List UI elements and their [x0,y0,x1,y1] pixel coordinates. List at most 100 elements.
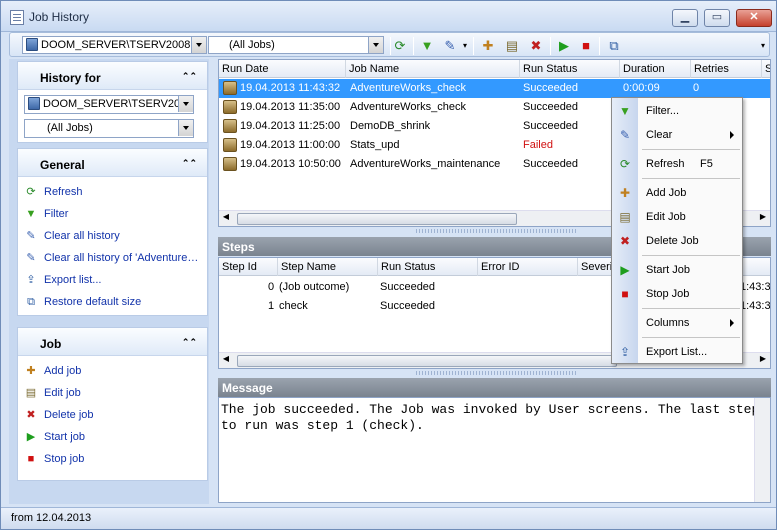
status-bar: from 12.04.2013 [1,507,776,529]
close-button[interactable]: ✕ [736,9,772,27]
menu-item-delete-job[interactable]: ✖ Delete Job [612,230,742,252]
column-error-id[interactable]: Error ID [478,258,578,276]
column-retries[interactable]: Retries [691,60,762,78]
clear-all-history-link[interactable]: ✎ Clear all history [18,225,207,247]
general-filter-link[interactable]: ▼ Filter [18,203,207,225]
minimize-button[interactable]: ▁ [672,9,698,27]
clear-job-history-link[interactable]: ✎Clear all history of 'AdventureWorks_ch… [18,247,207,269]
scroll-right-icon[interactable]: ▶ [756,354,770,363]
steps-splitter[interactable] [416,371,576,375]
history-grid-header: Run Date Job Name Run Status Duration Re… [219,60,770,78]
refresh-shortcut: F5 [700,158,713,170]
start-job-link[interactable]: ▶ Start job [18,426,207,448]
general-header[interactable]: General ⌃⌃ [18,149,207,177]
column-duration[interactable]: Duration [620,60,691,78]
column-step-run-status[interactable]: Run Status [378,258,478,276]
column-s[interactable]: S [762,60,770,78]
job-history-icon [223,81,237,95]
general-group: General ⌃⌃ ⟳ Refresh ▼ Filter ✎ Clear all h… [17,148,208,316]
clear-icon[interactable]: ✎ [442,38,458,54]
filter-icon[interactable]: ▼ [419,38,435,54]
clear-dropdown-icon[interactable]: ▾ [457,38,473,54]
job-history-window: Job History ▁ ▭ ✕ DOOM_SERVER\TSERV2008 … [0,0,777,530]
scroll-thumb[interactable] [237,355,617,367]
restore-size-icon[interactable]: ⧉ [606,38,622,54]
table-row[interactable]: 19.04.2013 11:43:32 AdventureWorks_check… [219,79,770,98]
general-refresh-link[interactable]: ⟳ Refresh [18,181,207,203]
message-vscrollbar[interactable] [754,398,770,502]
add-job-link[interactable]: ✚ Add job [18,360,207,382]
column-step-name[interactable]: Step Name [278,258,378,276]
history-splitter[interactable] [416,229,576,233]
job-history-icon [223,100,237,114]
menu-item-add-job[interactable]: ✚ Add Job [612,182,742,204]
job-history-icon [223,119,237,133]
scroll-left-icon[interactable]: ◀ [219,354,233,363]
chevron-down-icon[interactable] [178,120,193,136]
chevron-down-icon[interactable] [191,37,206,53]
clear-icon: ✎ [619,128,631,142]
status-failed: Failed [523,139,553,151]
scroll-left-icon[interactable]: ◀ [219,212,233,221]
add-job-icon[interactable]: ✚ [480,38,496,54]
column-run-date[interactable]: Run Date [219,60,346,78]
history-server-combo[interactable]: DOOM_SERVER\TSERV2008 [24,95,194,114]
add-job-icon: ✚ [26,365,36,377]
column-step-id[interactable]: Step Id [219,258,278,276]
delete-job-link[interactable]: ✖ Delete job [18,404,207,426]
history-for-header[interactable]: History for ⌃⌃ [18,62,207,90]
scroll-thumb[interactable] [237,213,517,225]
stop-job-icon: ■ [27,453,35,465]
refresh-icon: ⟳ [26,186,36,198]
title-bar: Job History ▁ ▭ ✕ [1,1,776,32]
menu-item-start-job[interactable]: ▶ Start Job [612,259,742,281]
main-toolbar: DOOM_SERVER\TSERV2008 (All Jobs) ⟳ ▼ ✎ ▾… [9,32,770,57]
chevron-down-icon[interactable] [368,37,383,53]
column-job-name[interactable]: Job Name [346,60,520,78]
start-job-icon[interactable]: ▶ [556,38,572,54]
menu-item-refresh[interactable]: ⟳ Refresh F5 [612,153,742,175]
menu-item-clear[interactable]: ✎ Clear [612,124,742,146]
maximize-button[interactable]: ▭ [704,9,730,27]
filter-icon: ▼ [25,208,37,220]
message-text-area[interactable]: The job succeeded. The Job was invoked b… [218,397,771,503]
job-group: Job ⌃⌃ ✚ Add job ▤ Edit job ✖ Delete job ▶ S… [17,327,208,481]
menu-item-columns[interactable]: Columns [612,312,742,334]
message-text: The job succeeded. The Job was invoked b… [221,402,760,433]
edit-job-icon[interactable]: ▤ [504,38,520,54]
edit-job-link[interactable]: ▤ Edit job [18,382,207,404]
delete-job-icon: ✖ [619,234,631,248]
stop-job-icon[interactable]: ■ [578,38,594,54]
server-icon [28,97,40,110]
context-menu: ▼ Filter... ✎ Clear ⟳ Refresh F5 ✚ Add J… [611,97,743,364]
toolbar-overflow-icon[interactable]: ▾ [755,38,771,54]
collapse-icon[interactable]: ⌃⌃ [182,71,197,82]
start-job-icon: ▶ [620,263,630,277]
history-jobs-combo[interactable]: (All Jobs) [24,119,194,138]
menu-item-stop-job[interactable]: ■ Stop Job [612,283,742,305]
collapse-icon[interactable]: ⌃⌃ [182,158,197,169]
job-header[interactable]: Job ⌃⌃ [18,328,207,356]
submenu-arrow-icon [730,319,734,327]
status-text: from 12.04.2013 [11,512,92,524]
menu-item-edit-job[interactable]: ▤ Edit Job [612,206,742,228]
jobs-combo[interactable]: (All Jobs) [208,36,384,54]
stop-job-link[interactable]: ■ Stop job [18,448,207,470]
menu-item-export-list[interactable]: ⇪ Export List... [612,341,742,363]
refresh-icon: ⟳ [619,157,631,171]
job-history-icon [223,157,237,171]
chevron-down-icon[interactable] [178,96,193,112]
export-list-link[interactable]: ⇪ Export list... [18,269,207,291]
delete-job-icon[interactable]: ✖ [528,38,544,54]
refresh-icon[interactable]: ⟳ [392,38,408,54]
job-history-icon [10,10,24,25]
scroll-right-icon[interactable]: ▶ [756,212,770,221]
column-run-status[interactable]: Run Status [520,60,620,78]
menu-item-filter[interactable]: ▼ Filter... [612,100,742,122]
edit-job-icon: ▤ [25,387,37,399]
restore-default-size-link[interactable]: ⧉ Restore default size [18,291,207,313]
server-combo[interactable]: DOOM_SERVER\TSERV2008 [22,36,207,54]
collapse-icon[interactable]: ⌃⌃ [182,337,197,348]
delete-job-icon: ✖ [26,409,36,421]
restore-size-icon: ⧉ [27,296,35,308]
